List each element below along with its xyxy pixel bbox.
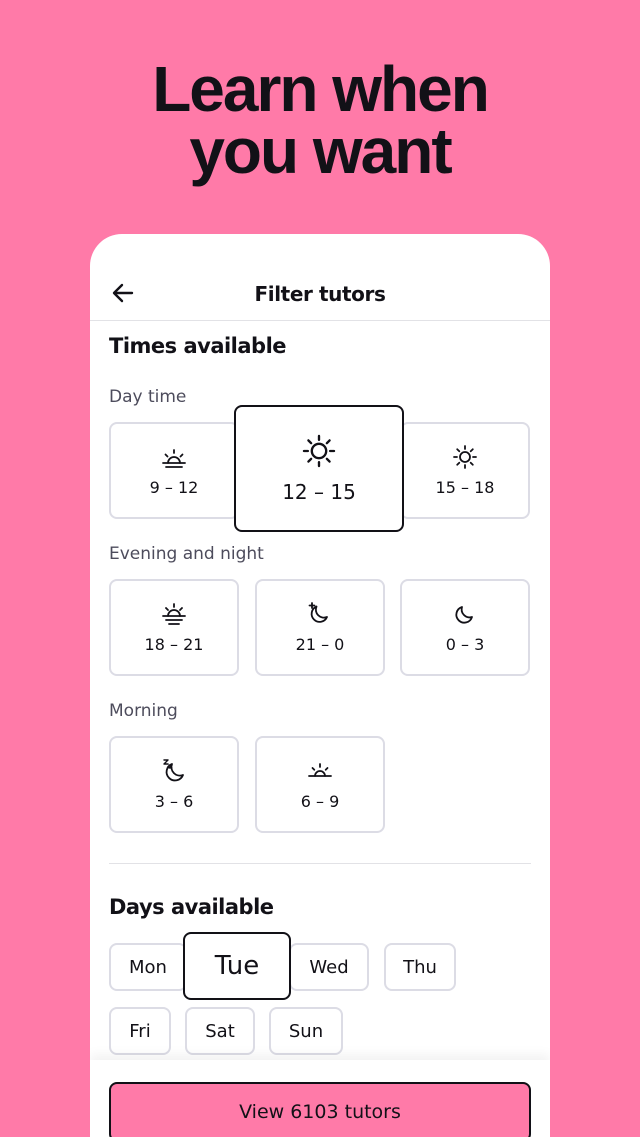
time-slot-label: 6 – 9	[300, 792, 340, 811]
page-title: Filter tutors	[254, 282, 386, 306]
time-slot-6-9[interactable]: 6 – 9	[255, 736, 385, 833]
time-slot-label: 15 – 18	[435, 478, 495, 497]
time-slot-12-15[interactable]: 12 – 15	[234, 405, 404, 532]
time-slot-label: 0 – 3	[445, 635, 485, 654]
footer-bar: View 6103 tutors	[90, 1060, 550, 1137]
days-available-heading: Days available	[109, 895, 274, 919]
filter-card: Filter tutors Times available Day time 9…	[90, 234, 550, 1137]
day-fri[interactable]: Fri	[109, 1007, 171, 1055]
day-mon[interactable]: Mon	[109, 943, 187, 991]
times-available-heading: Times available	[109, 334, 287, 358]
sunset-icon	[160, 601, 188, 627]
morning-label: Morning	[109, 701, 178, 721]
sun-icon	[302, 434, 336, 468]
day-thu[interactable]: Thu	[384, 943, 456, 991]
top-bar: Filter tutors	[90, 234, 550, 321]
moon-star-icon	[307, 601, 333, 627]
day-sat[interactable]: Sat	[185, 1007, 255, 1055]
time-slot-label: 21 – 0	[295, 635, 345, 654]
time-slot-label: 9 – 12	[149, 478, 199, 497]
view-tutors-button[interactable]: View 6103 tutors	[109, 1082, 531, 1137]
time-slot-label: 12 – 15	[282, 479, 356, 504]
day-sun[interactable]: Sun	[269, 1007, 343, 1055]
day-wed[interactable]: Wed	[289, 943, 369, 991]
headline: Learn when you want	[0, 53, 640, 187]
time-slot-3-6[interactable]: 3 – 6	[109, 736, 239, 833]
time-slot-15-18[interactable]: 15 – 18	[400, 422, 530, 519]
time-slot-21-0[interactable]: 21 – 0	[255, 579, 385, 676]
day-tue[interactable]: Tue	[183, 932, 291, 1000]
sunrise-icon	[160, 444, 188, 470]
headline-line-1: Learn when	[152, 53, 490, 125]
evening-night-label: Evening and night	[109, 544, 264, 564]
time-slot-label: 3 – 6	[154, 792, 194, 811]
time-slot-label: 18 – 21	[144, 635, 204, 654]
dawn-icon	[306, 758, 334, 784]
time-slot-9-12[interactable]: 9 – 12	[109, 422, 239, 519]
day-time-label: Day time	[109, 387, 187, 407]
time-slot-18-21[interactable]: 18 – 21	[109, 579, 239, 676]
headline-line-2: you want	[189, 115, 452, 187]
moon-zzz-icon	[161, 758, 187, 784]
section-divider	[109, 863, 531, 864]
moon-icon	[453, 601, 477, 627]
sun-small-icon	[452, 444, 478, 470]
time-slot-0-3[interactable]: 0 – 3	[400, 579, 530, 676]
